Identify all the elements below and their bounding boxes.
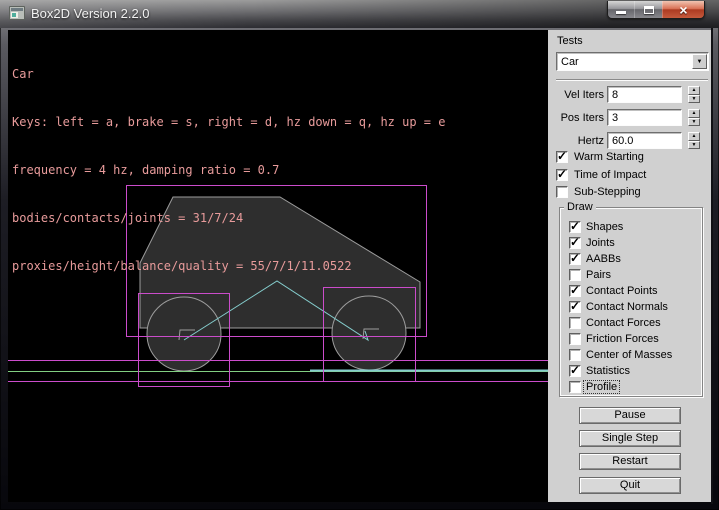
- checkbox-icon: ✓: [569, 253, 581, 265]
- hertz-field: [607, 132, 682, 149]
- contact-normals-label: Contact Normals: [586, 301, 668, 313]
- close-button[interactable]: ×: [662, 1, 704, 18]
- maximize-icon: [644, 6, 654, 14]
- spinner-down-icon[interactable]: ▼: [688, 95, 700, 104]
- tests-label: Tests: [557, 35, 583, 47]
- contact-forces-label: Contact Forces: [586, 317, 661, 329]
- separator: [556, 79, 708, 81]
- checkbox-icon: ✓: [556, 186, 568, 198]
- checkbox-icon: ✓: [569, 237, 581, 249]
- checkbox-icon: ✓: [569, 285, 581, 297]
- test-title-text: Car: [12, 66, 445, 82]
- spinner-down-icon[interactable]: ▼: [688, 118, 700, 127]
- vel-iters-row: Vel Iters ▲ ▼: [548, 86, 711, 103]
- center-of-masses-label: Center of Masses: [586, 349, 672, 361]
- vel-iters-input[interactable]: [609, 88, 680, 101]
- bodies-stats-text: bodies/contacts/joints = 31/7/24: [12, 210, 445, 226]
- hertz-input[interactable]: [609, 134, 680, 147]
- sub-stepping-label: Sub-Stepping: [574, 186, 641, 198]
- control-panel: Tests Car ▼ Vel Iters ▲ ▼ Pos Iters ▲ ▼: [548, 30, 711, 502]
- minimize-icon: [616, 11, 626, 14]
- pairs-label: Pairs: [586, 269, 611, 281]
- hertz-spinner: ▲ ▼: [688, 132, 700, 149]
- vel-iters-spinner: ▲ ▼: [688, 86, 700, 103]
- friction-forces-label: Friction Forces: [586, 333, 659, 345]
- aabbs-label: AABBs: [586, 253, 621, 265]
- checkbox-icon: ✓: [569, 381, 581, 393]
- checkbox-icon: ✓: [569, 333, 581, 345]
- spinner-up-icon[interactable]: ▲: [688, 109, 700, 118]
- quit-button[interactable]: Quit: [579, 477, 681, 494]
- contact-points-label: Contact Points: [586, 285, 658, 297]
- keys-help-text: Keys: left = a, brake = s, right = d, hz…: [12, 114, 445, 130]
- profile-label: Profile: [584, 381, 619, 393]
- spinner-down-icon[interactable]: ▼: [688, 141, 700, 150]
- time-of-impact-label: Time of Impact: [574, 169, 646, 181]
- shapes-label: Shapes: [586, 221, 623, 233]
- minimize-button[interactable]: [608, 1, 634, 18]
- warm-starting-label: Warm Starting: [574, 151, 644, 163]
- app-icon: [9, 6, 25, 20]
- window-controls: ×: [607, 1, 705, 19]
- pos-iters-field: [607, 109, 682, 126]
- chevron-down-icon[interactable]: ▼: [692, 54, 707, 69]
- title-bar[interactable]: Box2D Version 2.2.0 ×: [0, 0, 719, 28]
- checkbox-icon: ✓: [556, 169, 568, 181]
- checkbox-icon: ✓: [569, 365, 581, 377]
- statistics-label: Statistics: [586, 365, 630, 377]
- test-select[interactable]: Car ▼: [556, 52, 709, 71]
- spinner-up-icon[interactable]: ▲: [688, 86, 700, 95]
- frequency-text: frequency = 4 hz, damping ratio = 0.7: [12, 162, 445, 178]
- checkbox-icon: ✓: [569, 349, 581, 361]
- vel-iters-field: [607, 86, 682, 103]
- rear-wheel-shape: [147, 297, 221, 371]
- checkbox-icon: ✓: [569, 301, 581, 313]
- pos-iters-spinner: ▲ ▼: [688, 109, 700, 126]
- restart-button[interactable]: Restart: [579, 453, 681, 470]
- proxies-stats-text: proxies/height/balance/quality = 55/7/1/…: [12, 258, 445, 274]
- maximize-button[interactable]: [634, 1, 662, 18]
- debug-text-overlay: Car Keys: left = a, brake = s, right = d…: [12, 34, 445, 306]
- hertz-row: Hertz ▲ ▼: [548, 132, 711, 149]
- draw-group-label: Draw: [564, 201, 596, 213]
- close-icon: ×: [679, 3, 687, 17]
- pos-iters-label: Pos Iters: [548, 112, 604, 124]
- front-wheel-shape: [332, 296, 406, 370]
- pos-iters-row: Pos Iters ▲ ▼: [548, 109, 711, 126]
- spinner-up-icon[interactable]: ▲: [688, 132, 700, 141]
- vel-iters-label: Vel Iters: [548, 89, 604, 101]
- window-title: Box2D Version 2.2.0: [31, 6, 150, 21]
- test-select-value: Car: [561, 56, 579, 68]
- simulation-canvas[interactable]: Car Keys: left = a, brake = s, right = d…: [8, 30, 548, 502]
- draw-group: Draw ✓ Shapes ✓ Joints ✓ AABBs ✓ Pairs ✓…: [559, 207, 703, 397]
- app-window: Box2D Version 2.2.0 ×: [0, 0, 719, 510]
- joints-label: Joints: [586, 237, 615, 249]
- single-step-button[interactable]: Single Step: [579, 430, 681, 447]
- hertz-label: Hertz: [548, 135, 604, 147]
- pos-iters-input[interactable]: [609, 111, 680, 124]
- checkbox-icon: ✓: [569, 317, 581, 329]
- frame-shade: [711, 28, 713, 504]
- checkbox-icon: ✓: [556, 151, 568, 163]
- checkbox-icon: ✓: [569, 221, 581, 233]
- pause-button[interactable]: Pause: [579, 407, 681, 424]
- checkbox-icon: ✓: [569, 269, 581, 281]
